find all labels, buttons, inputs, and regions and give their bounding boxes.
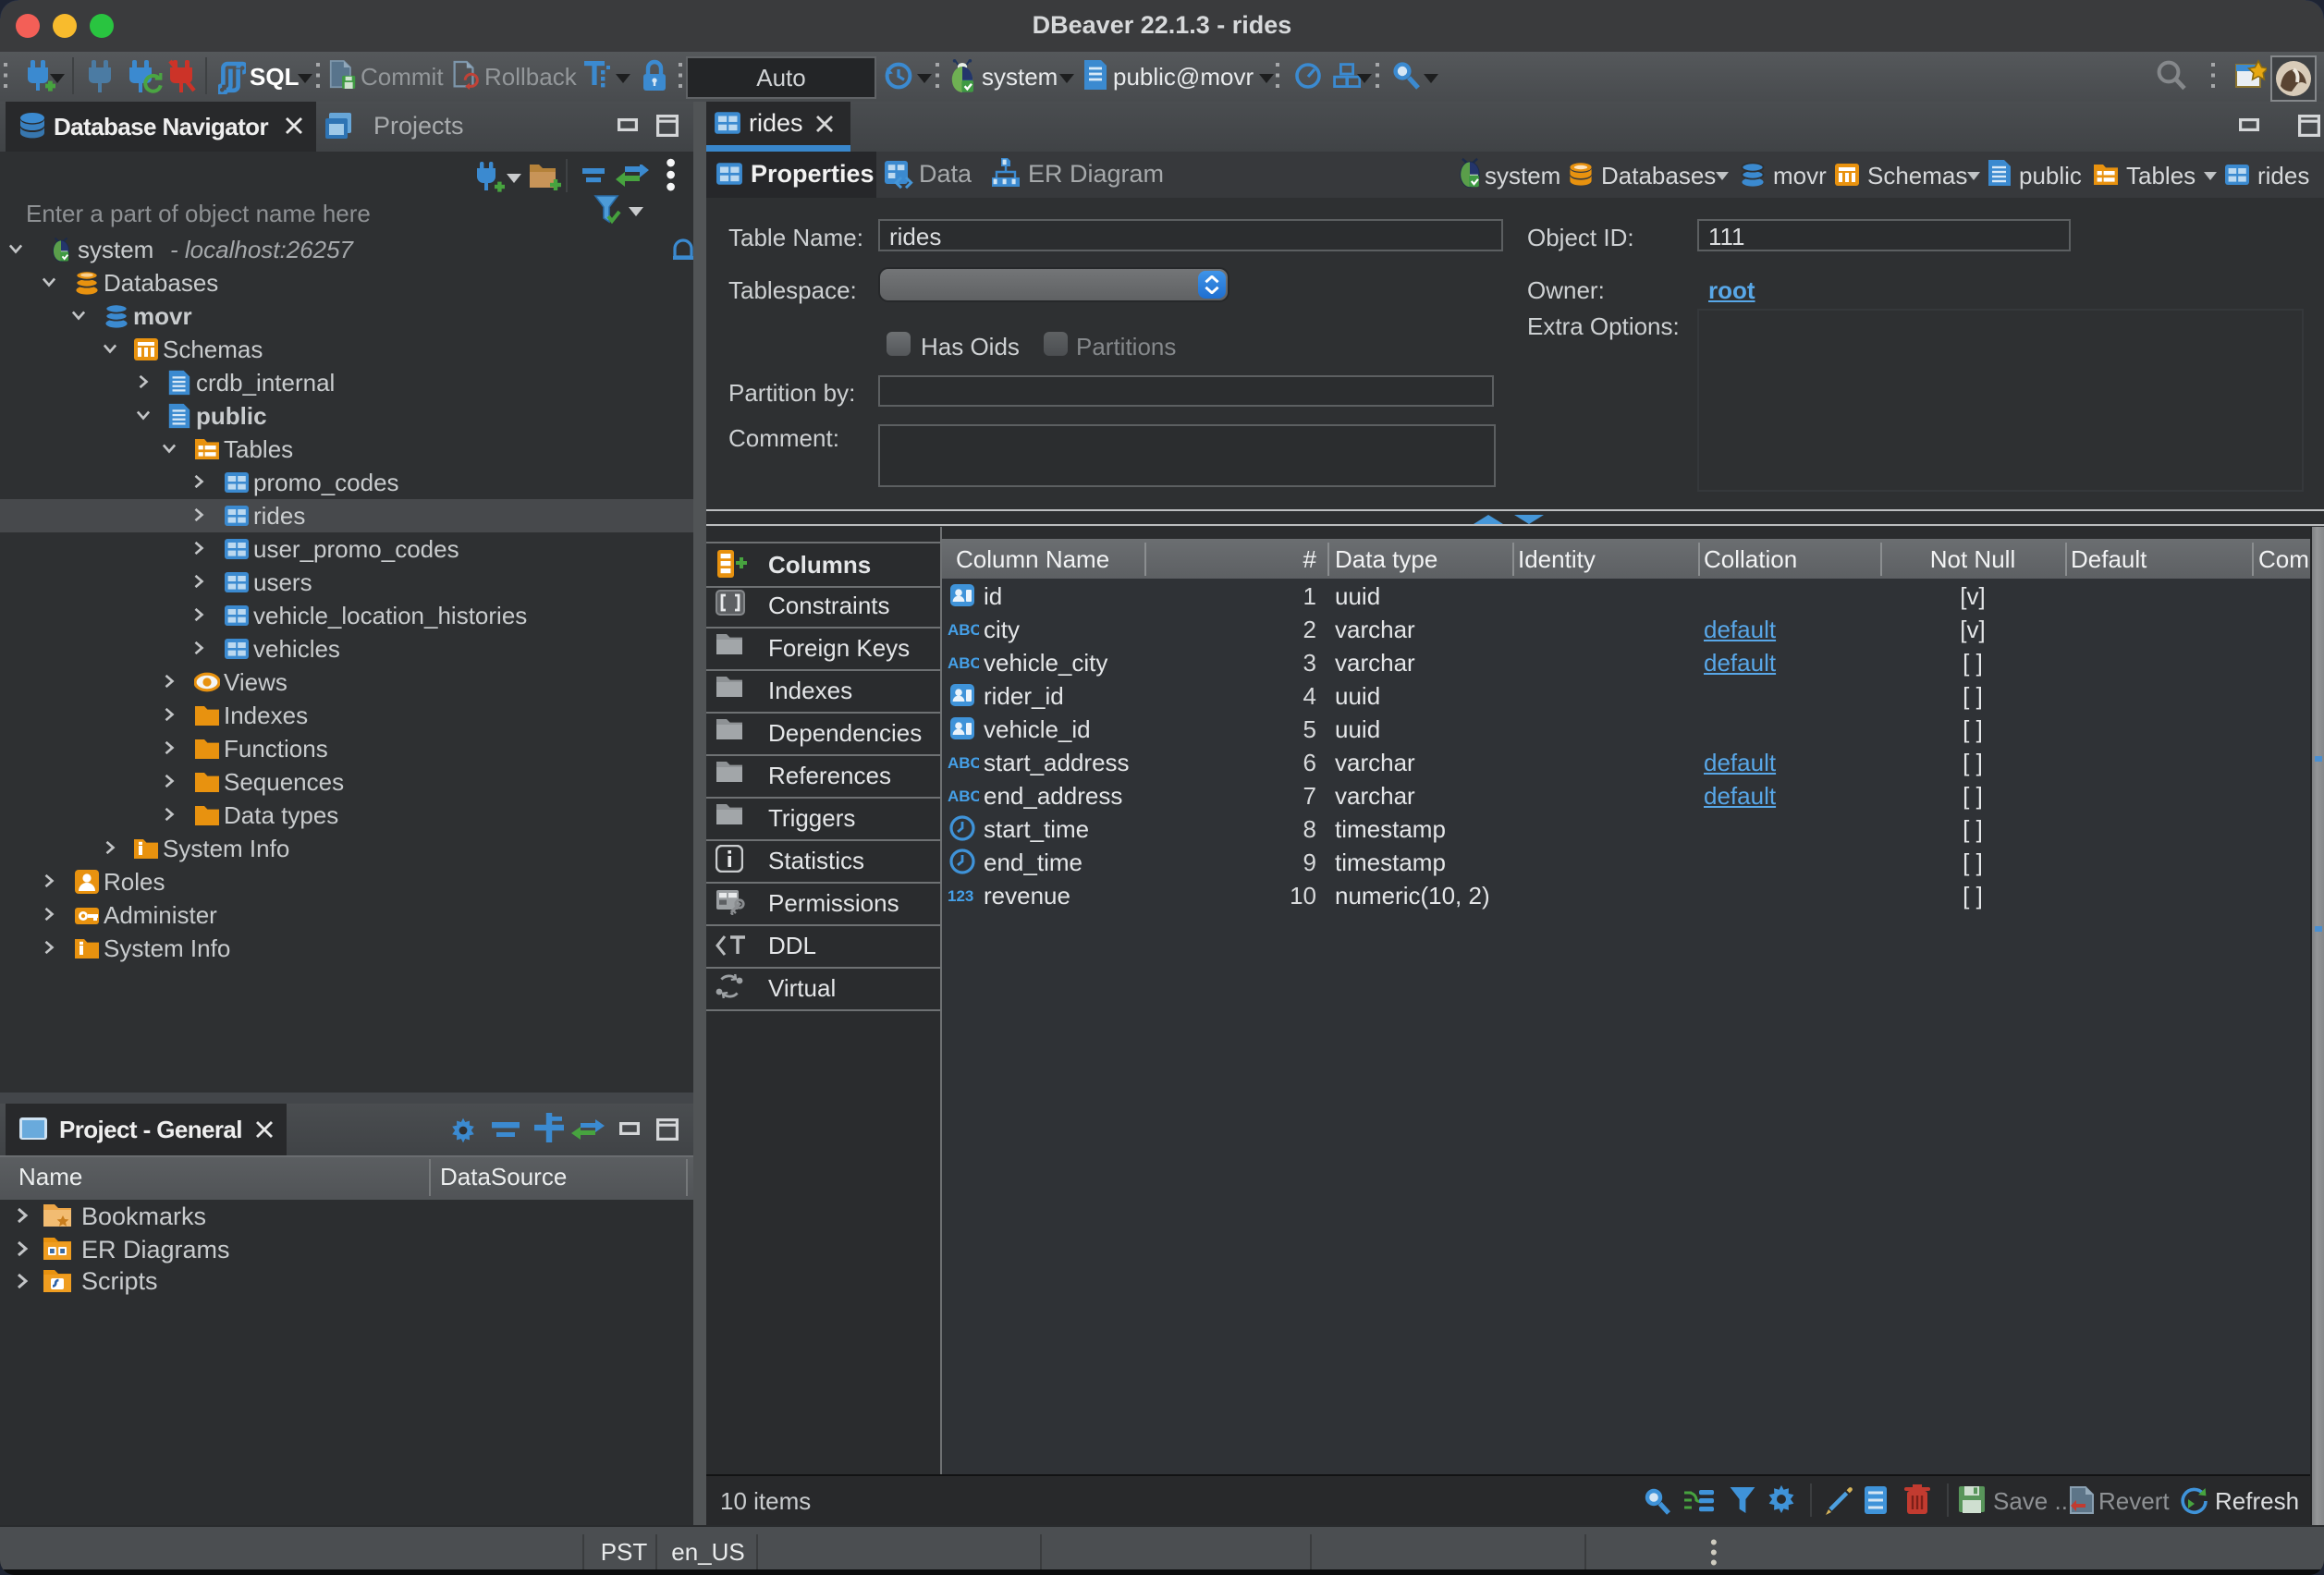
svg-text:ABC: ABC xyxy=(948,654,979,671)
svg-text:ABC: ABC xyxy=(948,754,979,771)
svg-text:ABC: ABC xyxy=(948,788,979,804)
svg-text:ABC: ABC xyxy=(948,621,979,638)
svg-text:123: 123 xyxy=(948,887,973,904)
